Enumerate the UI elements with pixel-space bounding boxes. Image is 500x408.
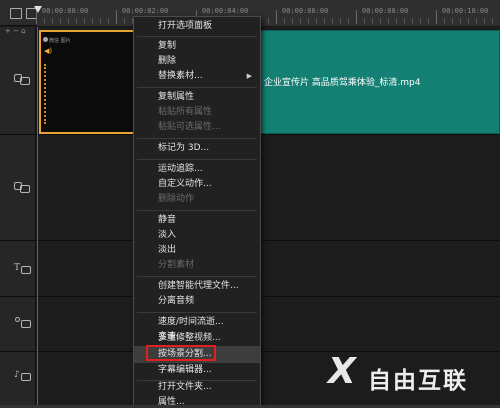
timecode-label: 00:00:04:00 [202, 7, 249, 15]
highlight-annotation [146, 345, 216, 361]
ruler-tick [116, 10, 117, 24]
menu-divider [137, 312, 257, 313]
timecode-label: 00:00:08:00 [362, 7, 409, 15]
menu-divider [137, 138, 257, 139]
playhead-handle[interactable] [34, 6, 42, 13]
menu-divider [137, 276, 257, 277]
ruler-tick [348, 18, 349, 24]
thumbnail-caption: 微信 图片 [49, 38, 71, 44]
ruler-tick [292, 18, 293, 24]
ruler-tick [372, 18, 373, 24]
ruler-tick [436, 10, 437, 24]
menu-divider [137, 210, 257, 211]
ruler-tick [316, 18, 317, 24]
watermark-text: 自由互联 [368, 368, 468, 394]
ruler-tick [396, 18, 397, 24]
timecode-label: 00:00:00:00 [42, 7, 89, 15]
ruler-tick [452, 18, 453, 24]
ruler-tick [420, 18, 421, 24]
ruler-tick [444, 18, 445, 24]
menu-divider [137, 36, 257, 37]
ruler-tick [484, 18, 485, 24]
ruler-tick [44, 18, 45, 24]
timecode-label: 00:00:06:00 [282, 7, 329, 15]
music-track-icon[interactable]: ♪ [14, 370, 32, 384]
ruler-tick [476, 18, 477, 24]
menu-item-split-audio[interactable]: 分离音频 [134, 293, 260, 310]
ruler-tick [276, 10, 277, 24]
ruler-tick [364, 18, 365, 24]
timecode-label: 00:00:02:00 [122, 7, 169, 15]
thumbnail-logo-icon [43, 37, 48, 42]
ruler-tick [92, 18, 93, 24]
ruler-tick [324, 18, 325, 24]
ruler-tick [340, 18, 341, 24]
ruler-tick [388, 18, 389, 24]
ruler-tick [60, 18, 61, 24]
menu-item-subtitle-editor[interactable]: 字幕编辑器... [134, 362, 260, 379]
timeline-view-icon[interactable] [10, 8, 22, 19]
clip-thumbnail[interactable]: 微信 图片 ◀) [39, 30, 134, 134]
overlay-track-icon[interactable] [14, 180, 32, 194]
menu-item-label: 替换素材... [158, 71, 203, 81]
ruler-tick [404, 18, 405, 24]
ruler-tick [356, 10, 357, 24]
time-ruler[interactable]: 00:00:00:00 00:00:02:00 00:00:04:00 00:0… [36, 0, 500, 26]
ruler-tick [428, 18, 429, 24]
ruler-tick [284, 18, 285, 24]
ruler-tick [52, 18, 53, 24]
menu-item-delete-motion: 删除动作 [158, 194, 195, 204]
submenu-arrow-icon: ▶ [246, 72, 252, 80]
track-tools[interactable]: + − ⌂ [0, 27, 36, 35]
ruler-tick [100, 18, 101, 24]
menu-divider [137, 159, 257, 160]
ruler-tick [308, 18, 309, 24]
playhead-line [37, 27, 38, 408]
title-track-icon[interactable]: T [14, 263, 32, 277]
ruler-tick [124, 18, 125, 24]
menu-item-split-clip: 分割素材 [158, 260, 195, 270]
ruler-tick [460, 18, 461, 24]
ruler-tick [468, 18, 469, 24]
ruler-tick [412, 18, 413, 24]
menu-item-replace-media[interactable]: 替换素材... ▶ [134, 68, 260, 85]
watermark-logo-icon: X [328, 351, 356, 392]
ruler-tick [108, 18, 109, 24]
timecode-label: 00:00:10:00 [442, 7, 489, 15]
ruler-tick [68, 18, 69, 24]
menu-item-mark-3d[interactable]: 标记为 3D... [134, 140, 260, 157]
clip-filename: 企业宣传片 高品质驾乘体验_标清.mp4 [264, 78, 421, 88]
trim-handle[interactable] [44, 64, 46, 124]
menu-item-paste-selectable-attributes: 粘贴可选属性... [158, 122, 221, 132]
ruler-tick [268, 18, 269, 24]
ruler-tick [76, 18, 77, 24]
speaker-icon: ◀) [44, 47, 53, 55]
ruler-tick [492, 18, 493, 24]
ruler-tick [300, 18, 301, 24]
ruler-tick [332, 18, 333, 24]
ruler-tick [84, 18, 85, 24]
voice-track-icon[interactable] [14, 316, 32, 330]
watermark: X 自由互联 [328, 349, 488, 399]
ruler-tick [380, 18, 381, 24]
video-track-icon[interactable] [14, 72, 32, 86]
menu-divider [137, 87, 257, 88]
menu-item-open-options[interactable]: 打开选项面板 [134, 18, 260, 35]
